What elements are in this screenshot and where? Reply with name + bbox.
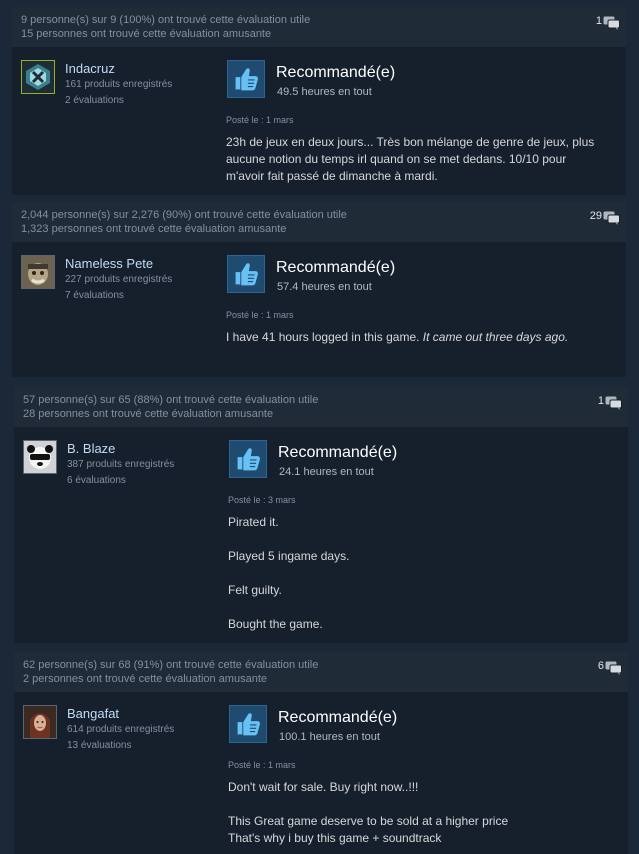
recommended-title[interactable]: Recommandé(e)	[278, 708, 397, 727]
helpful-votes: 57 personne(s) sur 65 (88%) ont trouvé c…	[23, 394, 319, 406]
review-text-plain: I have 41 hours logged in this game.	[226, 330, 423, 344]
recommended-title[interactable]: Recommandé(e)	[278, 443, 397, 462]
reviews-count[interactable]: 6 évaluations	[67, 473, 126, 488]
hours-played: 100.1 heures en tout	[279, 731, 380, 743]
author-name[interactable]: Bangafat	[67, 706, 119, 721]
author-name[interactable]: Nameless Pete	[65, 256, 153, 271]
vote-summary: 57 personne(s) sur 65 (88%) ont trouvé c…	[23, 393, 318, 421]
review-body: I have 41 hours logged in this game. It …	[226, 329, 606, 346]
review-line: Don't wait for sale. Buy right now..!!!	[228, 780, 419, 794]
review-card: 9 personne(s) sur 9 (100%) ont trouvé ce…	[12, 7, 626, 195]
review-text: I have 41 hours logged in this game. It …	[226, 329, 606, 346]
funny-votes: 28 personnes ont trouvé cette évaluation…	[23, 408, 274, 420]
helpful-votes: 9 personne(s) sur 9 (100%) ont trouvé ce…	[21, 14, 311, 26]
review-text: 23h de jeux en deux jours... Très bon mé…	[226, 135, 595, 183]
author-name[interactable]: B. Blaze	[67, 441, 115, 456]
avatar[interactable]	[23, 705, 57, 739]
review-line: Bought the game.	[228, 617, 323, 631]
avatar-image	[22, 61, 54, 93]
review-body: Don't wait for sale. Buy right now..!!! …	[228, 779, 618, 847]
review-header: 57 personne(s) sur 65 (88%) ont trouvé c…	[14, 387, 628, 427]
thumbs-up-icon	[228, 61, 264, 97]
recommended-title[interactable]: Recommandé(e)	[276, 258, 395, 277]
avatar-image	[24, 706, 56, 738]
comment-count: 1	[597, 395, 604, 407]
thumbs-up-icon	[230, 441, 266, 477]
review-card: 62 personne(s) sur 68 (91%) ont trouvé c…	[14, 652, 628, 854]
hours-played: 24.1 heures en tout	[279, 466, 374, 478]
review-body: Pirated it. Played 5 ingame days. Felt g…	[228, 514, 608, 633]
review-line: Pirated it.	[228, 515, 279, 529]
thumbs-up-icon	[230, 706, 266, 742]
funny-votes: 15 personnes ont trouvé cette évaluation…	[21, 28, 272, 40]
recommended-title[interactable]: Recommandé(e)	[276, 63, 395, 82]
reviews-count[interactable]: 7 évaluations	[65, 288, 124, 303]
thumbs-up-badge	[229, 705, 267, 743]
author-name[interactable]: Indacruz	[65, 61, 115, 76]
products-count[interactable]: 227 produits enregistrés	[65, 272, 172, 287]
review-header: 62 personne(s) sur 68 (91%) ont trouvé c…	[14, 652, 628, 692]
comment-count: 1	[595, 15, 602, 27]
products-count[interactable]: 614 produits enregistrés	[67, 722, 174, 737]
products-count[interactable]: 161 produits enregistrés	[65, 77, 172, 92]
review-card: 57 personne(s) sur 65 (88%) ont trouvé c…	[14, 387, 628, 643]
review-header: 2,044 personne(s) sur 2,276 (90%) ont tr…	[12, 202, 626, 242]
thumbs-up-badge	[227, 255, 265, 293]
review-line: That's why i buy this game + soundtrack	[228, 831, 442, 845]
review-line: Played 5 ingame days.	[228, 549, 350, 563]
posted-date: Posté le : 1 mars	[226, 310, 294, 320]
review-line: This Great game deserve to be sold at a …	[228, 814, 509, 828]
posted-date: Posté le : 1 mars	[226, 115, 294, 125]
reviews-count[interactable]: 13 évaluations	[67, 738, 132, 753]
posted-date: Posté le : 1 mars	[228, 760, 296, 770]
comment-count-link[interactable]: 1	[598, 395, 622, 409]
avatar-image	[24, 441, 56, 473]
avatar[interactable]	[21, 255, 55, 289]
review-header: 9 personne(s) sur 9 (100%) ont trouvé ce…	[12, 7, 626, 47]
reviews-count[interactable]: 2 évaluations	[65, 93, 124, 108]
thumbs-up-badge	[227, 60, 265, 98]
comment-icon	[603, 16, 620, 30]
comment-count: 29	[589, 210, 602, 222]
vote-summary: 9 personne(s) sur 9 (100%) ont trouvé ce…	[21, 13, 310, 41]
review-line: Felt guilty.	[228, 583, 282, 597]
helpful-votes: 62 personne(s) sur 68 (91%) ont trouvé c…	[23, 659, 319, 671]
comment-icon	[605, 396, 622, 410]
comment-count-link[interactable]: 29	[590, 210, 620, 224]
review-text-italic: It came out three days ago.	[422, 330, 569, 344]
avatar[interactable]	[21, 60, 55, 94]
thumbs-up-badge	[229, 440, 267, 478]
comment-count-link[interactable]: 6	[598, 660, 622, 674]
vote-summary: 2,044 personne(s) sur 2,276 (90%) ont tr…	[21, 208, 347, 236]
products-count[interactable]: 387 produits enregistrés	[67, 457, 174, 472]
comment-count-link[interactable]: 1	[596, 15, 620, 29]
hours-played: 57.4 heures en tout	[277, 281, 372, 293]
comment-count: 6	[597, 660, 604, 672]
thumbs-up-icon	[228, 256, 264, 292]
vote-summary: 62 personne(s) sur 68 (91%) ont trouvé c…	[23, 658, 318, 686]
hours-played: 49.5 heures en tout	[277, 86, 372, 98]
funny-votes: 1,323 personnes ont trouvé cette évaluat…	[21, 223, 287, 235]
review-body: 23h de jeux en deux jours... Très bon mé…	[226, 134, 604, 185]
avatar[interactable]	[23, 440, 57, 474]
avatar-image	[22, 256, 54, 288]
posted-date: Posté le : 3 mars	[228, 495, 296, 505]
comment-icon	[605, 661, 622, 675]
review-card: 2,044 personne(s) sur 2,276 (90%) ont tr…	[12, 202, 626, 377]
funny-votes: 2 personnes ont trouvé cette évaluation …	[23, 673, 267, 685]
comment-icon	[603, 211, 620, 225]
helpful-votes: 2,044 personne(s) sur 2,276 (90%) ont tr…	[21, 209, 347, 221]
